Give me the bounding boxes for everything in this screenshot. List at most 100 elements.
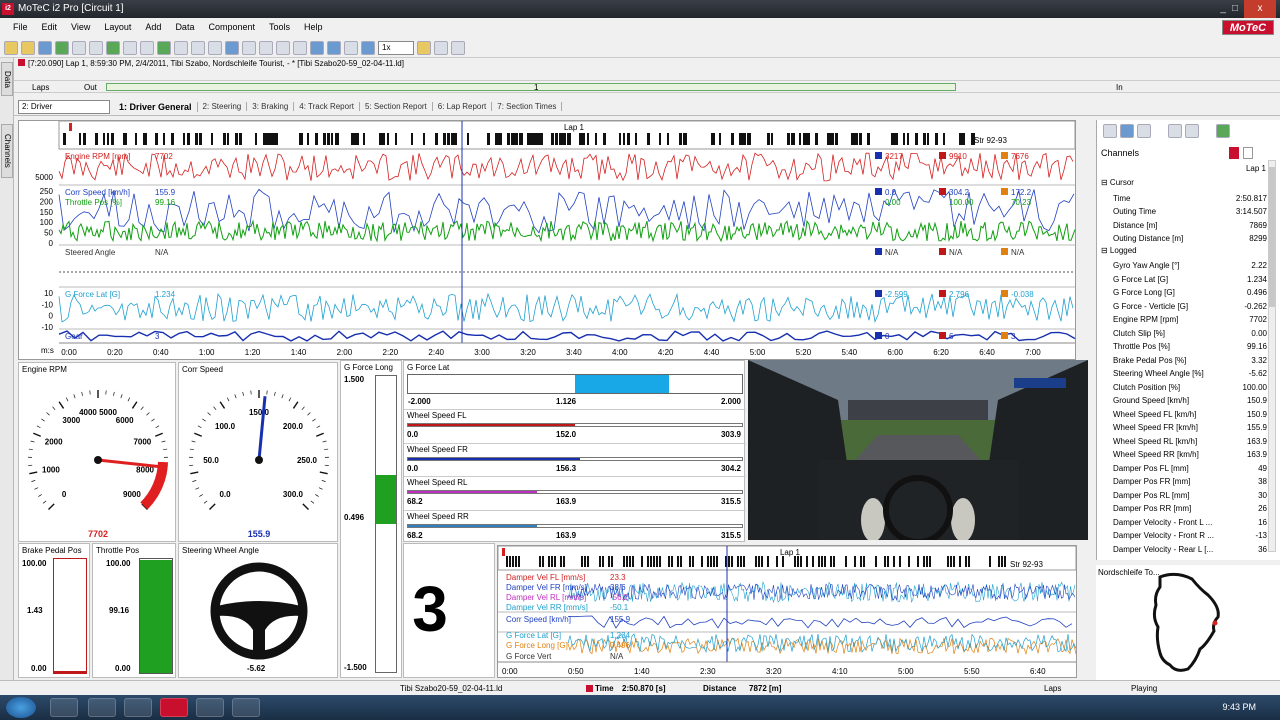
ie-icon[interactable] <box>50 698 78 717</box>
start-button[interactable] <box>6 697 36 718</box>
logged-channel-row[interactable]: Steering Wheel Angle [%] -5.62 <box>1097 367 1267 381</box>
video-task-icon[interactable] <box>232 698 260 717</box>
menu-view[interactable]: View <box>64 22 97 32</box>
tab-section-report[interactable]: 5: Section Report <box>360 102 433 111</box>
minimize-button[interactable]: _ <box>1220 0 1226 18</box>
cursor-icon[interactable] <box>242 40 256 55</box>
logged-channel-row[interactable]: Brake Pedal Pos [%] 3.32 <box>1097 354 1267 368</box>
channels-view-icon[interactable] <box>1103 124 1117 138</box>
channels-export-icon[interactable] <box>1216 124 1230 138</box>
channels-list-icon[interactable] <box>1137 124 1151 138</box>
window-icon[interactable] <box>434 40 448 55</box>
open-icon[interactable] <box>21 40 35 55</box>
in-lap-label[interactable]: In <box>1116 81 1123 94</box>
data-side-tab[interactable]: Data <box>1 62 13 96</box>
menu-component[interactable]: Component <box>201 22 262 32</box>
list-icon[interactable] <box>208 40 222 55</box>
logged-channel-row[interactable]: Damper Pos FL [mm] 49 <box>1097 462 1267 476</box>
cursor-channel-row[interactable]: Outing Distance [m] 8299 <box>1097 232 1267 246</box>
tab-track-report[interactable]: 4: Track Report <box>294 102 360 111</box>
tool-icon[interactable] <box>123 40 137 55</box>
lap-1-label[interactable]: 1 <box>534 81 538 94</box>
logged-channel-row[interactable]: Damper Velocity - Front R ... -13 <box>1097 529 1267 543</box>
refresh-icon[interactable] <box>106 40 120 55</box>
logged-channel-row[interactable]: Wheel Speed FL [km/h] 150.9 <box>1097 408 1267 422</box>
logged-channel-row[interactable]: Damper Pos RR [mm] 26 <box>1097 502 1267 516</box>
menu-data[interactable]: Data <box>168 22 201 32</box>
logged-channel-row[interactable]: Throttle Pos [%] 99.16 <box>1097 340 1267 354</box>
cursor-channel-row[interactable]: Outing Time 3:14.507 <box>1097 205 1267 219</box>
logged-channel-row[interactable]: Wheel Speed RL [km/h] 163.9 <box>1097 435 1267 449</box>
channels-scrollbar[interactable] <box>1268 160 1276 552</box>
edit-icon[interactable] <box>140 40 154 55</box>
tab-lap-report[interactable]: 6: Lap Report <box>433 102 493 111</box>
back-icon[interactable] <box>310 40 324 55</box>
logged-channel-row[interactable]: Damper Pos FR [mm] 38 <box>1097 475 1267 489</box>
menu-add[interactable]: Add <box>138 22 168 32</box>
save-icon[interactable] <box>38 40 52 55</box>
channels-icon[interactable] <box>417 40 431 55</box>
main-graph-canvas[interactable]: Lap 1Str 92-935000Engine RPM [rpm] 7702 32… <box>19 120 1077 361</box>
notes-icon[interactable] <box>196 698 224 717</box>
maximize-button[interactable]: □ <box>1232 0 1238 18</box>
logged-channel-row[interactable]: Clutch Slip [%] 0.00 <box>1097 327 1267 341</box>
cursor-channel-row[interactable]: Time 2:50.817 <box>1097 192 1267 206</box>
layers-icon[interactable] <box>276 40 290 55</box>
workbook-select[interactable]: 2: Driver <box>18 99 110 114</box>
alpha-sort-icon[interactable] <box>1243 147 1253 159</box>
import-icon[interactable] <box>55 40 69 55</box>
menu-edit[interactable]: Edit <box>35 22 65 32</box>
channels-find-icon[interactable] <box>1185 124 1199 138</box>
menu-tools[interactable]: Tools <box>262 22 297 32</box>
menu-help[interactable]: Help <box>297 22 330 32</box>
grid-icon[interactable] <box>191 40 205 55</box>
tab-steering[interactable]: 2: Steering <box>198 102 248 111</box>
tab-section-times[interactable]: 7: Section Times <box>492 102 563 111</box>
floppy-icon[interactable] <box>124 698 152 717</box>
playback-speed-select[interactable]: 1x <box>378 40 414 55</box>
logged-channel-row[interactable]: Damper Velocity - Front L ... 16 <box>1097 516 1267 530</box>
info-icon[interactable] <box>225 40 239 55</box>
logged-channel-row[interactable]: Gyro Yaw Angle [°] 2.22 <box>1097 259 1267 273</box>
logged-channel-row[interactable]: Wheel Speed RR [km/h] 163.9 <box>1097 448 1267 462</box>
print-icon[interactable] <box>72 40 86 55</box>
track-map[interactable]: Nordschleife To... <box>1096 565 1280 680</box>
lap-bar[interactable]: Laps Out 1 In <box>14 80 1280 93</box>
logged-channel-row[interactable]: G Force Long [G] 0.496 <box>1097 286 1267 300</box>
settings-icon[interactable] <box>451 40 465 55</box>
cursor-channel-row[interactable]: Distance [m] 7869 <box>1097 219 1267 233</box>
main-time-graph[interactable]: Lap 1 Str 92-93 5000 Engine RPM [rpm] 7702 32… <box>18 120 1076 360</box>
play-icon[interactable] <box>361 40 375 55</box>
logged-channel-row[interactable]: Ground Speed [km/h] 150.9 <box>1097 394 1267 408</box>
damper-time-graph[interactable]: Lap 1 Str 92-93 Damper Vel FL [mm/s] 23.3 Da… <box>478 545 1078 679</box>
tab-braking[interactable]: 3: Braking <box>247 102 295 111</box>
menu-file[interactable]: File <box>6 22 35 32</box>
logged-channel-row[interactable]: Engine RPM [rpm] 7702 <box>1097 313 1267 327</box>
lap-range-bar[interactable] <box>106 83 956 91</box>
close-button[interactable]: x <box>1244 0 1276 18</box>
logged-channel-row[interactable]: G Force - Verticle [G] -0.262 <box>1097 300 1267 314</box>
sort-icon[interactable] <box>1229 147 1239 159</box>
channels-tree-icon[interactable] <box>1120 124 1134 138</box>
zoom-icon[interactable] <box>259 40 273 55</box>
logged-channel-row[interactable]: Clutch Position [%] 100.00 <box>1097 381 1267 395</box>
out-lap-label[interactable]: Out <box>84 81 97 94</box>
logged-group-header[interactable]: ⊟ Logged <box>1101 246 1137 255</box>
cursor-group-header[interactable]: ⊟ Cursor <box>1101 178 1134 187</box>
channels-side-tab[interactable]: Channels <box>1 124 13 178</box>
matrix-icon[interactable] <box>293 40 307 55</box>
explorer-icon[interactable] <box>88 698 116 717</box>
filter-icon[interactable] <box>344 40 358 55</box>
logged-channel-row[interactable]: G Force Lat [G] 1.234 <box>1097 273 1267 287</box>
logged-channel-row[interactable]: Wheel Speed FR [km/h] 155.9 <box>1097 421 1267 435</box>
logged-channel-row[interactable]: Damper Velocity - Rear L [... 36 <box>1097 543 1267 557</box>
forward-icon[interactable] <box>327 40 341 55</box>
channels-props-icon[interactable] <box>1168 124 1182 138</box>
logged-channel-row[interactable]: Damper Pos RL [mm] 30 <box>1097 489 1267 503</box>
motec-task-icon[interactable] <box>160 698 188 717</box>
table-icon[interactable] <box>174 40 188 55</box>
onboard-video[interactable] <box>748 360 1088 540</box>
preview-icon[interactable] <box>89 40 103 55</box>
menu-layout[interactable]: Layout <box>97 22 138 32</box>
damper-graph-canvas[interactable]: Lap 1 Str 92-93 Damper Vel FL [mm/s] 23.3 Da… <box>478 545 1078 679</box>
